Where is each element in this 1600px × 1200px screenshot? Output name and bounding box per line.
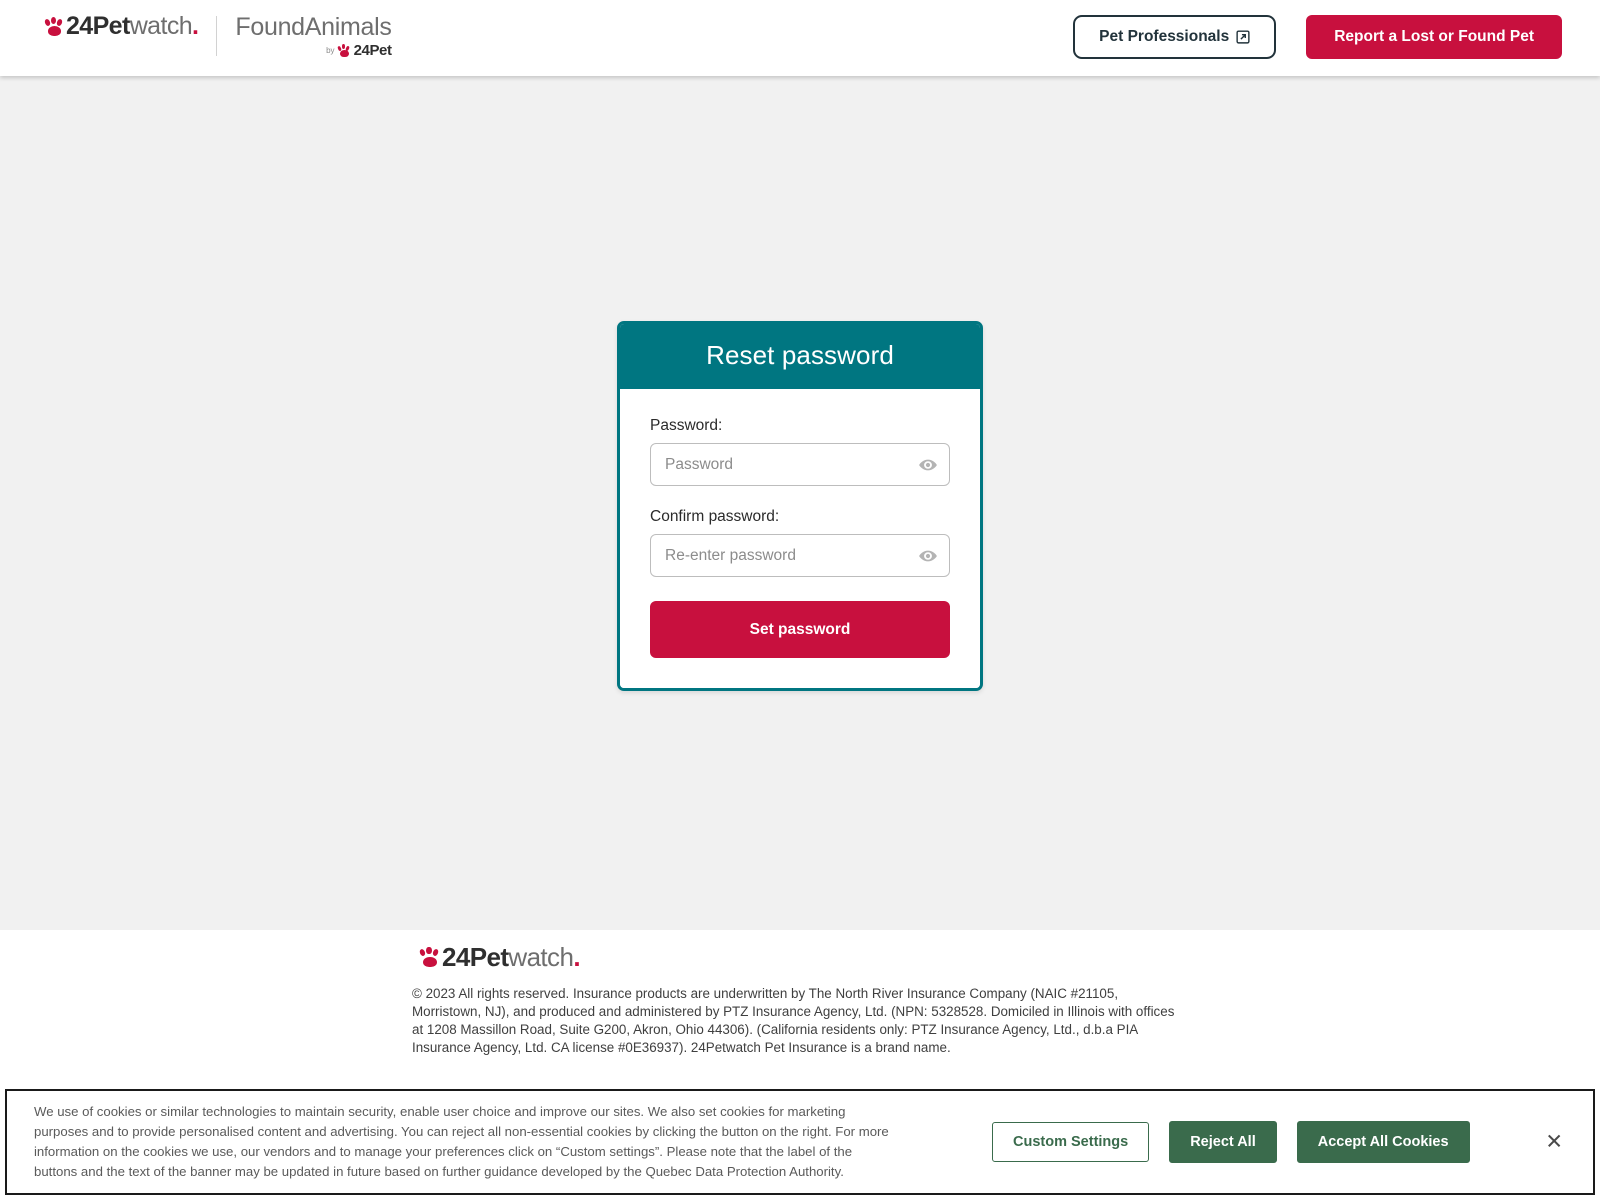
main-content: Reset password Password: Confirm passwor… xyxy=(0,76,1600,930)
report-lost-found-pet-button[interactable]: Report a Lost or Found Pet xyxy=(1306,15,1562,59)
footer-legal-text: © 2023 All rights reserved. Insurance pr… xyxy=(412,986,1175,1056)
foundanimals-brand-label: 24Pet xyxy=(353,42,392,60)
brand-wordmark: 24Petwatch. xyxy=(66,12,199,40)
footer-wordmark-bold: 24Pet xyxy=(442,942,509,972)
foundanimals-byline: by 24Pet xyxy=(326,42,392,60)
eye-icon[interactable] xyxy=(918,546,938,566)
pet-professionals-label: Pet Professionals xyxy=(1099,28,1230,45)
paw-icon xyxy=(43,17,64,36)
password-field-wrapper xyxy=(650,443,950,486)
reset-password-card: Reset password Password: Confirm passwor… xyxy=(617,321,983,691)
page-root: 24Petwatch. FoundAnimals by 24Pet Pet Pr… xyxy=(0,0,1600,1200)
confirm-password-label: Confirm password: xyxy=(650,508,780,525)
brand-divider xyxy=(216,16,218,56)
password-input[interactable] xyxy=(650,443,950,486)
confirm-password-field-wrapper xyxy=(650,534,950,577)
close-icon[interactable]: ✕ xyxy=(1545,1132,1563,1153)
cookie-banner-text: We use of cookies or similar technologie… xyxy=(34,1104,889,1179)
footer-wordmark-light: watch xyxy=(508,942,574,972)
footer-wordmark: 24Petwatch. xyxy=(442,942,581,972)
petwatch-logo: 24Petwatch. xyxy=(43,12,199,40)
custom-settings-button[interactable]: Custom Settings xyxy=(992,1122,1150,1162)
card-title: Reset password xyxy=(620,324,980,389)
reset-password-form: Password: Confirm password: Set password xyxy=(620,389,980,688)
footer-wordmark-dot: . xyxy=(573,942,580,972)
foundanimals-logo: FoundAnimals by 24Pet xyxy=(235,13,392,60)
cookie-banner-actions: Custom Settings Reject All Accept All Co… xyxy=(992,1121,1470,1163)
foundanimals-title: FoundAnimals xyxy=(235,13,392,41)
accept-all-cookies-button[interactable]: Accept All Cookies xyxy=(1296,1121,1470,1163)
set-password-button[interactable]: Set password xyxy=(650,601,950,658)
brand-logo-group[interactable]: 24Petwatch. FoundAnimals by 24Pet xyxy=(43,12,392,60)
site-header: 24Petwatch. FoundAnimals by 24Pet Pet Pr… xyxy=(0,0,1600,76)
password-label: Password: xyxy=(650,417,723,434)
cookie-consent-banner: We use of cookies or similar technologie… xyxy=(5,1089,1595,1195)
reject-all-button[interactable]: Reject All xyxy=(1169,1121,1277,1163)
footer-logo[interactable]: 24Petwatch. xyxy=(418,942,581,972)
eye-icon[interactable] xyxy=(918,455,938,475)
external-link-icon xyxy=(1236,30,1250,44)
paw-icon xyxy=(418,947,440,967)
brand-wordmark-bold: 24Pet xyxy=(66,12,130,40)
confirm-password-input[interactable] xyxy=(650,534,950,577)
brand-wordmark-dot: . xyxy=(192,12,199,40)
paw-icon xyxy=(336,44,351,58)
brand-wordmark-light: watch xyxy=(129,12,193,40)
header-actions: Pet Professionals Report a Lost or Found… xyxy=(1073,15,1562,59)
foundanimals-by-label: by xyxy=(326,46,335,56)
pet-professionals-button[interactable]: Pet Professionals xyxy=(1073,15,1277,59)
